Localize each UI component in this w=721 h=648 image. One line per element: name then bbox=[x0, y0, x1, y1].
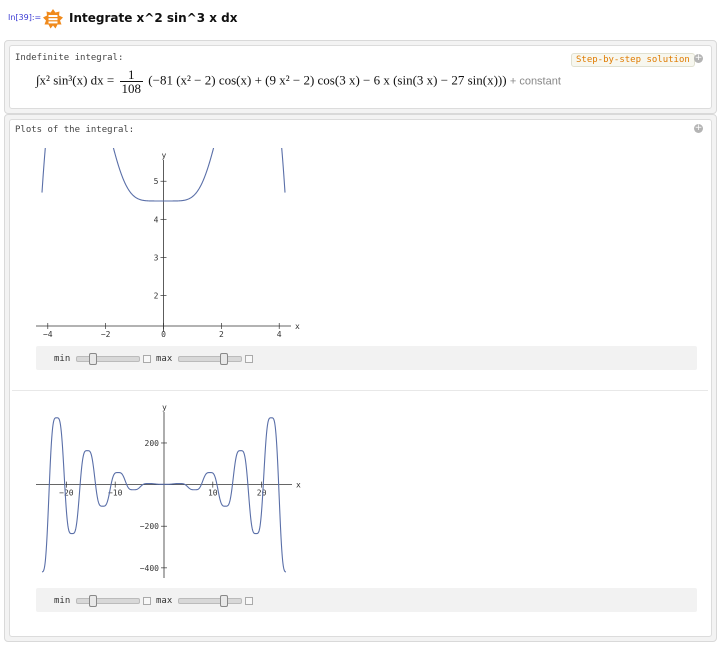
max-expand-icon[interactable] bbox=[245, 355, 253, 363]
max-slider[interactable] bbox=[178, 598, 242, 604]
pod-title-indefinite: Indefinite integral: bbox=[15, 53, 124, 63]
y-tick-label: 5 bbox=[154, 177, 159, 186]
expand-icon[interactable]: + bbox=[694, 54, 703, 63]
integral-formula: ∫x² sin³(x) dx = 1 108 (−81 (x² − 2) cos… bbox=[36, 68, 561, 95]
y-tick-label: 3 bbox=[154, 253, 159, 262]
x-tick-label: 20 bbox=[257, 489, 267, 498]
min-slider[interactable] bbox=[76, 598, 140, 604]
formula-lhs: ∫x² sin³(x) dx = bbox=[36, 72, 115, 88]
min-expand-icon[interactable] bbox=[143, 355, 151, 363]
y-tick-label: −400 bbox=[140, 564, 159, 573]
min-slider[interactable] bbox=[76, 356, 140, 362]
input-prompt-label: In[39]:= bbox=[8, 13, 42, 22]
pod-title-plots: Plots of the integral: bbox=[15, 125, 135, 135]
x-tick-label: 0 bbox=[161, 330, 166, 338]
max-label: max bbox=[156, 596, 173, 606]
max-slider-thumb[interactable] bbox=[220, 353, 228, 365]
max-expand-icon[interactable] bbox=[245, 597, 253, 605]
formula-fraction: 1 108 bbox=[119, 68, 144, 96]
max-slider[interactable] bbox=[178, 356, 242, 362]
y-tick-label: 2 bbox=[154, 292, 159, 301]
fraction-denominator: 108 bbox=[121, 81, 142, 96]
x-tick-label: 4 bbox=[277, 330, 282, 338]
plot-1: x y −4 −2 0 2 4 2 3 4 5 bbox=[36, 148, 300, 338]
x-tick-label: 10 bbox=[208, 489, 218, 498]
min-slider-thumb[interactable] bbox=[89, 353, 97, 365]
plot-divider bbox=[12, 390, 708, 391]
max-label: max bbox=[156, 354, 173, 364]
min-expand-icon[interactable] bbox=[143, 597, 151, 605]
y-axis-label: y bbox=[162, 151, 167, 160]
formula-rhs: (−81 (x² − 2) cos(x) + (9 x² − 2) cos(3 … bbox=[148, 72, 507, 88]
y-axis-label: y bbox=[162, 403, 167, 412]
x-axis-label: x bbox=[295, 322, 300, 331]
min-label: min bbox=[54, 596, 71, 606]
x-tick-label: −4 bbox=[43, 330, 53, 338]
formula-constant: + constant bbox=[509, 75, 561, 88]
expand-icon[interactable]: + bbox=[694, 124, 703, 133]
step-by-step-button[interactable]: Step-by-step solution bbox=[571, 53, 695, 67]
x-axis-label: x bbox=[296, 481, 301, 490]
x-tick-label: −20 bbox=[59, 489, 74, 498]
x-tick-label: −2 bbox=[101, 330, 111, 338]
query-text[interactable]: Integrate x^2 sin^3 x dx bbox=[69, 11, 238, 25]
plot-2: xy−20 −10 10 20−400−200200 bbox=[36, 403, 301, 578]
max-slider-thumb[interactable] bbox=[220, 595, 228, 607]
y-tick-label: −200 bbox=[140, 522, 159, 531]
wolfram-alpha-icon[interactable] bbox=[43, 9, 63, 29]
y-tick-label: 4 bbox=[154, 215, 159, 224]
fraction-numerator: 1 bbox=[119, 68, 144, 82]
min-slider-thumb[interactable] bbox=[89, 595, 97, 607]
x-tick-label: 2 bbox=[219, 330, 224, 338]
y-tick-label: 200 bbox=[145, 439, 160, 448]
min-label: min bbox=[54, 354, 71, 364]
